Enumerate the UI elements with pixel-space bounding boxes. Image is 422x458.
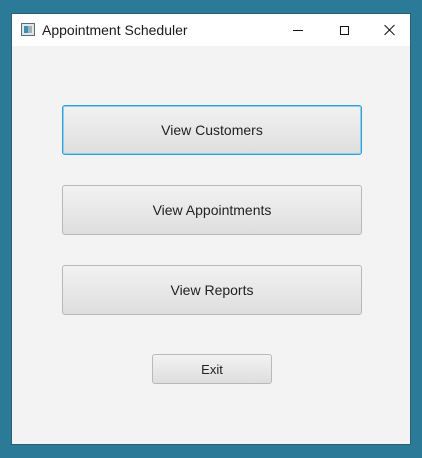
view-reports-label: View Reports	[170, 282, 254, 298]
view-customers-label: View Customers	[161, 122, 263, 138]
maximize-button[interactable]	[321, 14, 367, 46]
exit-label: Exit	[201, 361, 223, 377]
exit-button[interactable]: Exit	[152, 354, 272, 384]
close-icon	[384, 24, 396, 36]
app-window: Appointment Scheduler View Customers Vie…	[11, 13, 411, 445]
view-customers-button[interactable]: View Customers	[62, 105, 362, 155]
minimize-icon	[293, 29, 303, 31]
view-appointments-label: View Appointments	[152, 202, 272, 218]
app-icon	[21, 23, 35, 36]
window-title: Appointment Scheduler	[42, 22, 188, 38]
minimize-button[interactable]	[275, 14, 321, 46]
maximize-icon	[339, 25, 349, 35]
view-appointments-button[interactable]: View Appointments	[62, 185, 362, 235]
title-bar[interactable]: Appointment Scheduler	[12, 14, 410, 46]
close-button[interactable]	[367, 14, 413, 46]
view-reports-button[interactable]: View Reports	[62, 265, 362, 315]
